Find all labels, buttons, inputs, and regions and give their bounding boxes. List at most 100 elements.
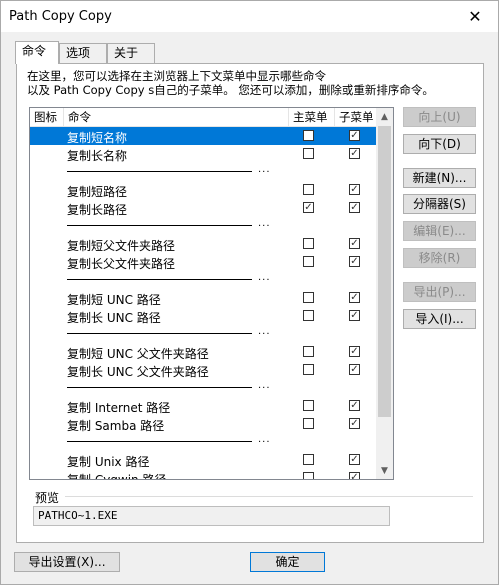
list-item[interactable]: 复制长名称 ✓ xyxy=(30,145,380,163)
title-bar: Path Copy Copy ✕ xyxy=(1,1,498,32)
header-icon[interactable]: 图标 xyxy=(30,108,64,126)
separator-button[interactable]: 分隔器(S) xyxy=(403,194,476,214)
separator-line xyxy=(67,333,252,334)
separator-line xyxy=(67,279,252,280)
submenu-checkbox[interactable]: ✓ xyxy=(349,418,360,429)
export-settings-button[interactable]: 导出设置(X)... xyxy=(14,552,120,572)
main-menu-checkbox[interactable] xyxy=(303,364,314,375)
main-menu-checkbox[interactable] xyxy=(303,130,314,141)
close-icon[interactable]: ✕ xyxy=(452,1,498,32)
main-menu-checkbox[interactable] xyxy=(303,310,314,321)
tab-options[interactable]: 选项 xyxy=(59,43,107,63)
separator-row[interactable]: ... xyxy=(30,271,380,289)
list-item[interactable]: 复制 Samba 路径 ✓ xyxy=(30,415,380,433)
command-label: 复制长 UNC 父文件夹路径 xyxy=(67,365,209,379)
main-menu-checkbox[interactable] xyxy=(303,346,314,357)
submenu-checkbox[interactable]: ✓ xyxy=(349,364,360,375)
list-item[interactable]: 复制长父文件夹路径 ✓ xyxy=(30,253,380,271)
list-item[interactable]: 复制短名称 ✓ xyxy=(30,127,380,145)
list-item[interactable]: 复制短路径 ✓ xyxy=(30,181,380,199)
separator-row[interactable]: ... xyxy=(30,325,380,343)
submenu-checkbox[interactable]: ✓ xyxy=(349,184,360,195)
command-label: 复制 Unix 路径 xyxy=(67,455,150,469)
preview-field: PATHCO~1.EXE xyxy=(33,506,390,526)
move-up-button[interactable]: 向上(U) xyxy=(403,107,476,127)
command-label: 复制长父文件夹路径 xyxy=(67,257,176,271)
main-window: Path Copy Copy ✕ 命令 选项 关于 在这里，您可以选择在主浏览器… xyxy=(0,0,499,585)
description: 在这里，您可以选择在主浏览器上下文菜单中显示哪些命令 以及 Path Copy … xyxy=(27,69,434,97)
main-menu-checkbox[interactable] xyxy=(303,148,314,159)
list-item[interactable]: 复制短父文件夹路径 ✓ xyxy=(30,235,380,253)
list-item[interactable]: 复制 Unix 路径 ✓ xyxy=(30,451,380,469)
main-menu-checkbox[interactable] xyxy=(303,454,314,465)
list-item[interactable]: 复制 Cygwin 路径 ✓ xyxy=(30,469,380,480)
separator-dots: ... xyxy=(258,218,271,229)
separator-row[interactable]: ... xyxy=(30,433,380,451)
edit-button[interactable]: 编辑(E)... xyxy=(403,221,476,241)
move-down-button[interactable]: 向下(D) xyxy=(403,134,476,154)
main-menu-checkbox[interactable]: ✓ xyxy=(303,202,314,213)
description-line-1: 在这里，您可以选择在主浏览器上下文菜单中显示哪些命令 xyxy=(27,69,326,83)
separator-dots: ... xyxy=(258,380,271,391)
separator-row[interactable]: ... xyxy=(30,163,380,181)
main-menu-checkbox[interactable] xyxy=(303,472,314,479)
separator-dots: ... xyxy=(258,326,271,337)
main-menu-checkbox[interactable] xyxy=(303,418,314,429)
header-main-menu[interactable]: 主菜单 xyxy=(289,108,335,126)
window-title: Path Copy Copy xyxy=(9,9,112,24)
list-item[interactable]: 复制长 UNC 父文件夹路径 ✓ xyxy=(30,361,380,379)
submenu-checkbox[interactable]: ✓ xyxy=(349,202,360,213)
submenu-checkbox[interactable]: ✓ xyxy=(349,472,360,479)
separator-dots: ... xyxy=(258,272,271,283)
scroll-thumb[interactable] xyxy=(378,126,391,417)
main-menu-checkbox[interactable] xyxy=(303,292,314,303)
command-label: 复制长 UNC 路径 xyxy=(67,311,161,325)
new-button[interactable]: 新建(N)... xyxy=(403,168,476,188)
submenu-checkbox[interactable]: ✓ xyxy=(349,130,360,141)
submenu-checkbox[interactable]: ✓ xyxy=(349,310,360,321)
submenu-checkbox[interactable]: ✓ xyxy=(349,256,360,267)
command-label: 复制 Cygwin 路径 xyxy=(67,473,167,480)
command-label: 复制长路径 xyxy=(67,203,128,217)
list-item[interactable]: 复制长 UNC 路径 ✓ xyxy=(30,307,380,325)
scroll-down-icon[interactable]: ▼ xyxy=(376,462,393,479)
submenu-checkbox[interactable]: ✓ xyxy=(349,454,360,465)
main-menu-checkbox[interactable] xyxy=(303,184,314,195)
header-command[interactable]: 命令 xyxy=(64,108,289,126)
tab-about[interactable]: 关于 xyxy=(107,43,155,63)
list-item[interactable]: 复制短 UNC 路径 ✓ xyxy=(30,289,380,307)
main-menu-checkbox[interactable] xyxy=(303,238,314,249)
separator-row[interactable]: ... xyxy=(30,379,380,397)
submenu-checkbox[interactable]: ✓ xyxy=(349,148,360,159)
submenu-checkbox[interactable]: ✓ xyxy=(349,238,360,249)
submenu-checkbox[interactable]: ✓ xyxy=(349,400,360,411)
scroll-up-icon[interactable]: ▲ xyxy=(376,108,393,125)
list-item[interactable]: 复制长路径 ✓ ✓ xyxy=(30,199,380,217)
export-button[interactable]: 导出(P)... xyxy=(403,282,476,302)
command-label: 复制短 UNC 路径 xyxy=(67,293,161,307)
separator-dots: ... xyxy=(258,434,271,445)
command-label: 复制长名称 xyxy=(67,149,128,163)
main-menu-checkbox[interactable] xyxy=(303,256,314,267)
command-label: 复制 Samba 路径 xyxy=(67,419,165,433)
list-header: 图标 命令 主菜单 子菜单 xyxy=(30,108,382,127)
vertical-scrollbar[interactable]: ▲ ▼ xyxy=(376,108,393,479)
list-item[interactable]: 复制 Internet 路径 ✓ xyxy=(30,397,380,415)
ok-button[interactable]: 确定 xyxy=(250,552,325,572)
separator-row[interactable]: ... xyxy=(30,217,380,235)
import-button[interactable]: 导入(I)... xyxy=(403,309,476,329)
command-label: 复制 Internet 路径 xyxy=(67,401,171,415)
remove-button[interactable]: 移除(R) xyxy=(403,248,476,268)
command-label: 复制短名称 xyxy=(67,131,128,145)
main-menu-checkbox[interactable] xyxy=(303,400,314,411)
submenu-checkbox[interactable]: ✓ xyxy=(349,292,360,303)
tab-commands[interactable]: 命令 xyxy=(15,41,59,64)
submenu-checkbox[interactable]: ✓ xyxy=(349,346,360,357)
preview-label: 预览 xyxy=(35,491,60,505)
list-item[interactable]: 复制短 UNC 父文件夹路径 ✓ xyxy=(30,343,380,361)
separator-dots: ... xyxy=(258,164,271,175)
description-line-2: 以及 Path Copy Copy s自己的子菜单。 您还可以添加，删除或重新排… xyxy=(27,83,434,97)
header-submenu[interactable]: 子菜单 xyxy=(335,108,381,126)
command-list[interactable]: 图标 命令 主菜单 子菜单 复制短名称 ✓ 复制长名称 ✓... 复制短路径 ✓ 复制长路径… xyxy=(29,107,394,480)
commands-panel: 在这里，您可以选择在主浏览器上下文菜单中显示哪些命令 以及 Path Copy … xyxy=(16,63,484,543)
